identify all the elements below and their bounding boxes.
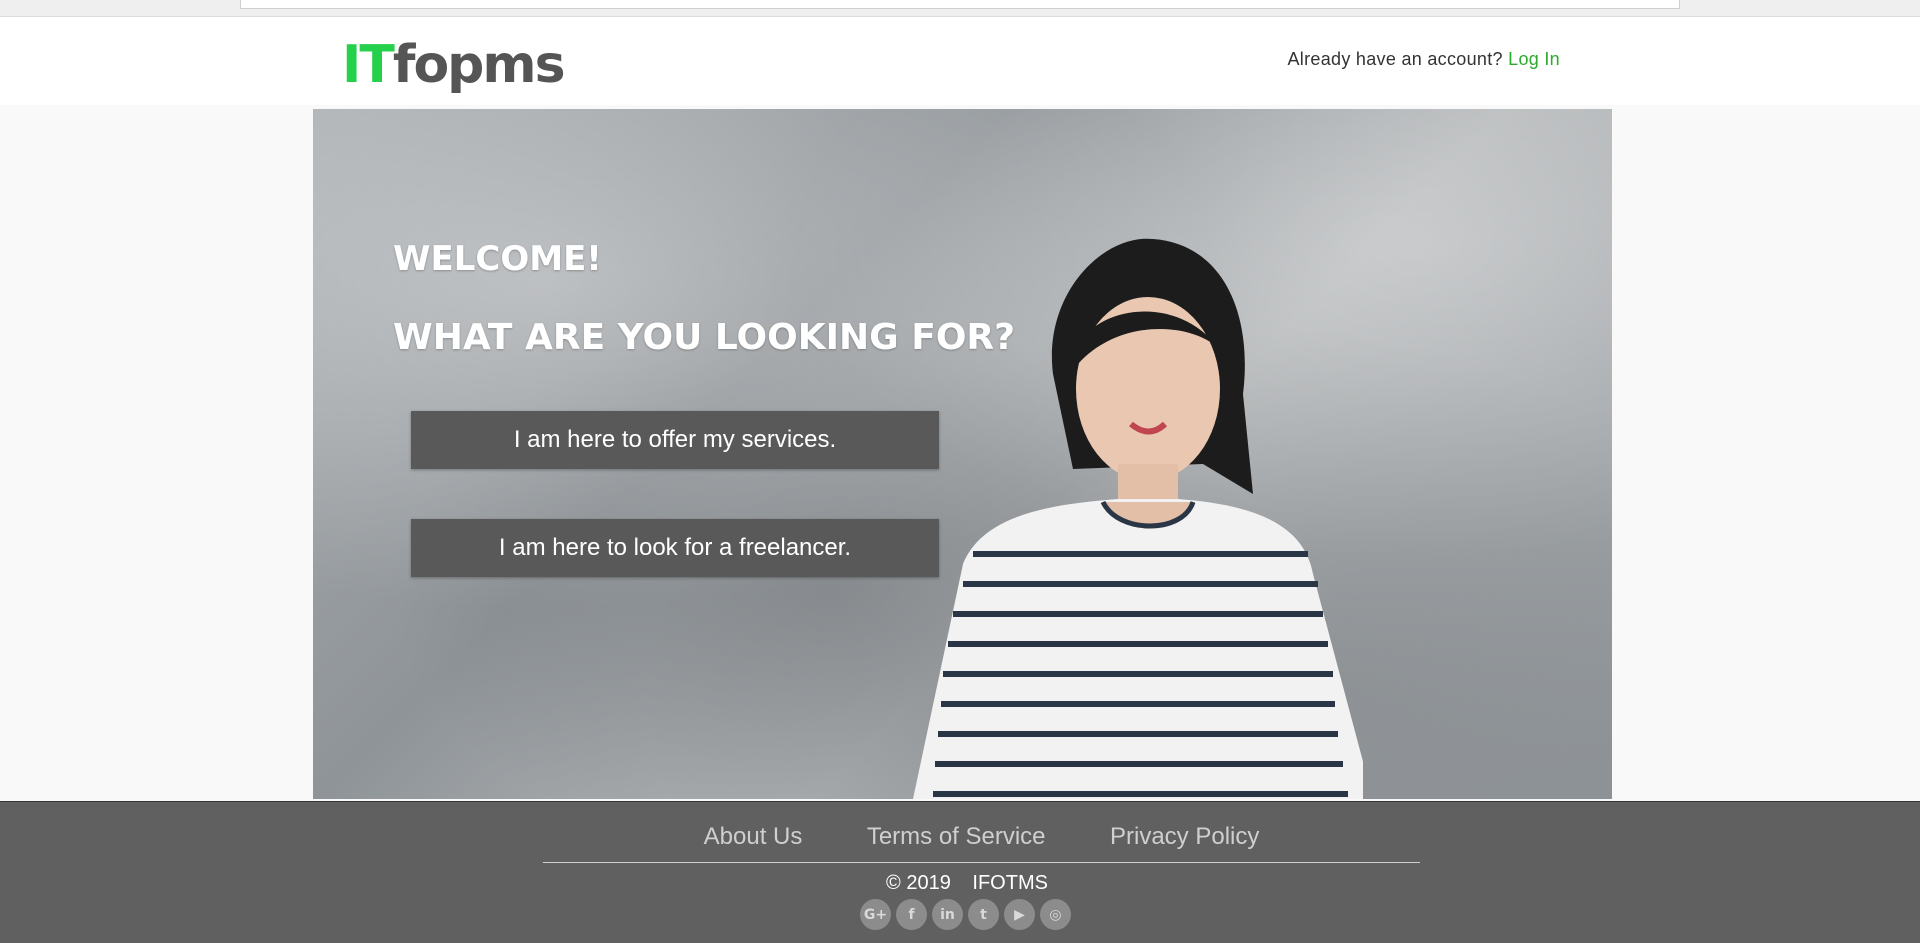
find-freelancer-button[interactable]: I am here to look for a freelancer. [411,519,939,577]
logo[interactable]: ITfopms [342,35,566,97]
hero-banner: WELCOME! WHAT ARE YOU LOOKING FOR? I am … [313,109,1612,799]
twitter-icon[interactable]: t [968,899,999,930]
privacy-link[interactable]: Privacy Policy [1110,822,1259,852]
question-heading: WHAT ARE YOU LOOKING FOR? [393,317,1016,358]
copyright-brand: IFOTMS [972,872,1048,894]
facebook-icon[interactable]: f [896,899,927,930]
logo-fopms: fopms [392,35,566,95]
account-prompt: Already have an account? Log In [1287,49,1560,70]
site-header: ITfopms Already have an account? Log In [0,17,1920,105]
about-us-link[interactable]: About Us [704,822,803,852]
site-footer: About Us Terms of Service Privacy Policy… [0,801,1920,943]
footer-links: About Us Terms of Service Privacy Policy [543,822,1420,863]
copyright-year: © 2019 [886,872,951,894]
login-link[interactable]: Log In [1508,49,1560,69]
welcome-heading: WELCOME! [393,239,602,279]
google-plus-icon[interactable]: G+ [860,899,891,930]
youtube-icon[interactable]: ▶ [1004,899,1035,930]
account-prompt-text: Already have an account? [1287,49,1503,69]
terms-link[interactable]: Terms of Service [867,822,1046,852]
top-bar-field [240,0,1680,9]
browser-top-strip [0,0,1920,17]
social-icons: G+ f in t ▶ ◎ [860,899,1071,931]
offer-services-button[interactable]: I am here to offer my services. [411,411,939,469]
copyright: © 2019 IFOTMS [0,872,1920,895]
logo-it: IT [342,35,395,95]
instagram-icon[interactable]: ◎ [1040,899,1071,930]
linkedin-icon[interactable]: in [932,899,963,930]
